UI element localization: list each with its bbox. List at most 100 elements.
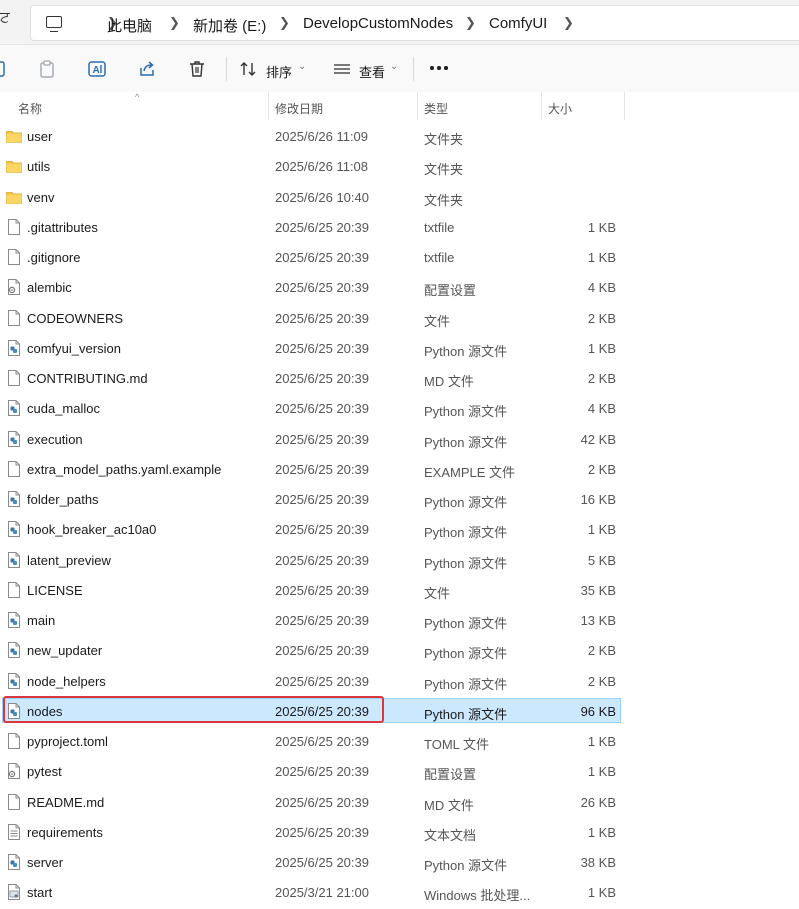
chevron-right-icon[interactable]: ❯ (279, 15, 290, 31)
file-name[interactable]: latent_preview (27, 553, 111, 568)
table-row[interactable]: folder_paths 2025/6/25 20:39 Python 源文件 16 … (0, 485, 799, 515)
table-row[interactable]: CONTRIBUTING.md 2025/6/25 20:39 MD 文件 2 KB (0, 364, 799, 394)
file-name[interactable]: main (27, 613, 55, 628)
table-row[interactable]: pytest 2025/6/25 20:39 配置设置 1 KB (0, 757, 799, 787)
column-divider[interactable] (417, 92, 418, 120)
breadcrumb-comfyui[interactable]: ComfyUI (489, 15, 547, 32)
file-name[interactable]: folder_paths (27, 492, 99, 507)
share-icon[interactable] (137, 59, 157, 79)
python-file-icon (6, 339, 22, 357)
file-name[interactable]: cuda_malloc (27, 401, 100, 416)
table-row[interactable]: README.md 2025/6/25 20:39 MD 文件 26 KB (0, 788, 799, 818)
file-name[interactable]: .gitattributes (27, 220, 98, 235)
sort-icon[interactable] (238, 59, 258, 79)
column-header-row: ^ 名称 修改日期 类型 大小 (0, 92, 799, 120)
column-header-type[interactable]: 类型 (424, 100, 448, 117)
table-row[interactable]: comfyui_version 2025/6/25 20:39 Python 源文件… (0, 334, 799, 364)
table-row[interactable]: latent_preview 2025/6/25 20:39 Python 源文件 5… (0, 546, 799, 576)
file-name[interactable]: .gitignore (27, 250, 80, 265)
file-name[interactable]: CONTRIBUTING.md (27, 371, 148, 386)
table-row[interactable]: .gitignore 2025/6/25 20:39 txtfile 1 KB (0, 243, 799, 273)
file-size: 1 KB (587, 824, 616, 840)
file-name[interactable]: start (27, 885, 52, 900)
file-name[interactable]: README.md (27, 795, 104, 810)
file-name[interactable]: hook_breaker_ac10a0 (27, 522, 156, 537)
column-header-date[interactable]: 修改日期 (275, 100, 323, 117)
file-name[interactable]: comfyui_version (27, 341, 121, 356)
breadcrumb[interactable]: ❯ 此电脑 ❯ 新加卷 (E:) ❯ DevelopCustomNodes ❯ … (30, 5, 799, 41)
paste-icon[interactable] (37, 59, 57, 79)
file-type: 配置设置 (424, 283, 477, 299)
column-divider[interactable] (624, 92, 625, 120)
table-row[interactable]: LICENSE 2025/6/25 20:39 文件 35 KB (0, 576, 799, 606)
document-icon (6, 369, 22, 387)
table-row[interactable]: main 2025/6/25 20:39 Python 源文件 13 KB (0, 606, 799, 636)
table-row[interactable]: cuda_malloc 2025/6/25 20:39 Python 源文件 4 KB (0, 394, 799, 424)
column-divider[interactable] (268, 92, 269, 120)
file-name[interactable]: alembic (27, 280, 72, 295)
file-date: 2025/6/25 20:39 (275, 824, 369, 840)
table-row[interactable]: extra_model_paths.yaml.example 2025/6/25 … (0, 455, 799, 485)
file-name[interactable]: server (27, 855, 63, 870)
file-date: 2025/3/21 21:00 (275, 885, 369, 901)
file-size: 1 KB (587, 885, 616, 901)
file-name[interactable]: nodes (27, 704, 62, 719)
file-name[interactable]: requirements (27, 825, 103, 840)
table-row[interactable]: .gitattributes 2025/6/25 20:39 txtfile 1 KB (0, 213, 799, 243)
table-row[interactable]: new_updater 2025/6/25 20:39 Python 源文件 2 KB (0, 636, 799, 666)
chevron-right-icon[interactable]: ❯ (169, 15, 180, 31)
table-row[interactable]: utils 2025/6/26 11:08 文件夹 (0, 152, 799, 182)
python-file-icon (6, 611, 22, 629)
file-type: Python 源文件 (424, 858, 508, 873)
table-row[interactable]: user 2025/6/26 11:09 文件夹 (0, 122, 799, 152)
chevron-down-icon[interactable]: ⌄ (298, 61, 306, 72)
column-divider[interactable] (541, 92, 542, 120)
file-type: 文件夹 (424, 192, 464, 208)
file-type: 文本文档 (424, 827, 477, 843)
view-button[interactable]: 查看 (359, 62, 385, 81)
view-icon[interactable] (332, 59, 352, 79)
file-type: Python 源文件 (424, 646, 508, 662)
chevron-right-icon[interactable]: ❯ (465, 15, 476, 31)
sort-button[interactable]: 排序 (266, 62, 292, 81)
file-name[interactable]: pyproject.toml (27, 734, 108, 749)
table-row[interactable]: venv 2025/6/26 10:40 文件夹 (0, 183, 799, 213)
table-row[interactable]: node_helpers 2025/6/25 20:39 Python 源文件 2 K… (0, 667, 799, 697)
python-file-icon (6, 641, 22, 659)
table-row[interactable]: server 2025/6/25 20:39 Python 源文件 38 KB (0, 848, 799, 878)
file-name[interactable]: user (27, 129, 52, 144)
table-row[interactable]: hook_breaker_ac10a0 2025/6/25 20:39 Python… (0, 515, 799, 545)
breadcrumb-developcustomnodes[interactable]: DevelopCustomNodes (303, 15, 453, 32)
column-header-name[interactable]: 名称 (18, 100, 42, 117)
file-name[interactable]: CODEOWNERS (27, 311, 123, 326)
file-type: txtfile (424, 219, 455, 235)
file-name[interactable]: pytest (27, 764, 62, 779)
table-row[interactable]: execution 2025/6/25 20:39 Python 源文件 42 KB (0, 425, 799, 455)
breadcrumb-drive-e[interactable]: 新加卷 (E:) (193, 15, 266, 36)
more-options-icon[interactable] (430, 66, 450, 70)
table-row[interactable]: alembic 2025/6/25 20:39 配置设置 4 KB (0, 273, 799, 303)
file-name[interactable]: extra_model_paths.yaml.example (27, 462, 221, 477)
table-row[interactable]: pyproject.toml 2025/6/25 20:39 TOML 文件 1 KB (0, 727, 799, 757)
new-item-icon[interactable] (0, 59, 8, 79)
file-name[interactable]: venv (27, 190, 54, 205)
file-name[interactable]: execution (27, 432, 83, 447)
table-row[interactable]: requirements 2025/6/25 20:39 文本文档 1 KB (0, 818, 799, 848)
breadcrumb-this-pc[interactable]: 此电脑 (107, 15, 152, 36)
column-header-size[interactable]: 大小 (548, 100, 572, 117)
file-name[interactable]: node_helpers (27, 674, 106, 689)
chevron-right-icon[interactable]: ❯ (563, 15, 574, 31)
file-name[interactable]: new_updater (27, 643, 102, 658)
table-row-selected[interactable]: nodes 2025/6/25 20:39 Python 源文件 96 KB (0, 695, 799, 727)
table-row[interactable]: CODEOWNERS 2025/6/25 20:39 文件 2 KB (0, 304, 799, 334)
file-list: user 2025/6/26 11:09 文件夹 utils 2025/6/26 11:… (0, 122, 799, 909)
table-row[interactable]: start 2025/3/21 21:00 Windows 批处理... 1 KB (0, 878, 799, 908)
file-size: 2 KB (587, 310, 616, 326)
this-pc-icon[interactable] (46, 16, 62, 32)
chevron-down-icon[interactable]: ⌄ (390, 61, 398, 72)
rename-icon[interactable]: A (87, 59, 107, 79)
file-name[interactable]: LICENSE (27, 583, 83, 598)
delete-icon[interactable] (187, 59, 207, 79)
file-name[interactable]: utils (27, 159, 50, 174)
file-type: Python 源文件 (424, 434, 508, 450)
